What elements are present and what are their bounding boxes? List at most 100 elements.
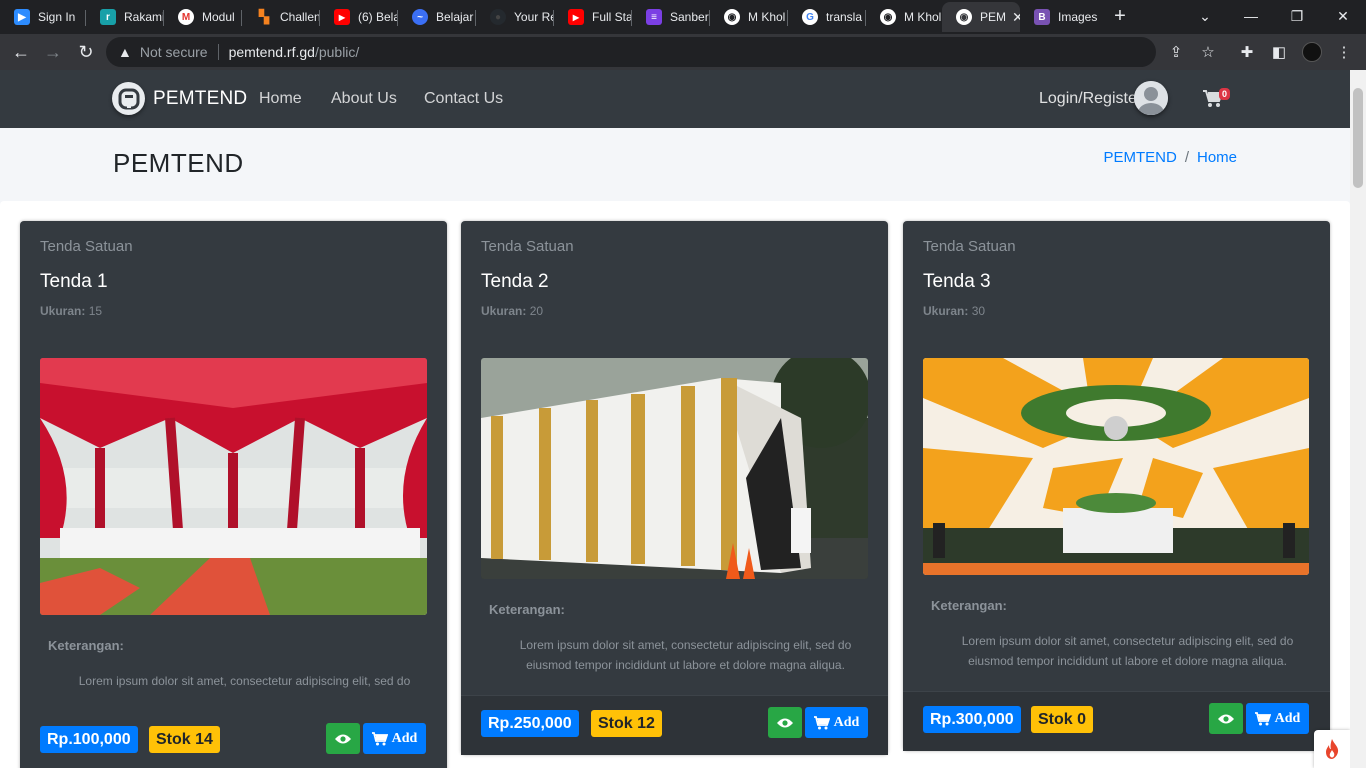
breadcrumb-item[interactable]: Home — [1197, 149, 1237, 166]
page-title: PEMTEND — [113, 148, 244, 178]
globe-icon: ◉ — [880, 9, 896, 25]
menu-kebab-icon[interactable]: ⋮ — [1334, 42, 1354, 62]
breadcrumb: PEMTEND / Home — [1103, 149, 1237, 166]
tab-title: M Khol — [748, 10, 786, 24]
eye-icon — [777, 718, 793, 727]
card-footer: Rp.300,000 Stok 0 Add — [903, 691, 1330, 751]
share-icon[interactable]: ⇪ — [1166, 42, 1186, 62]
nav-about-link[interactable]: About Us — [331, 90, 397, 108]
size-label: Ukuran: — [481, 304, 527, 318]
browser-tab[interactable]: ▚ Challenge — [242, 2, 320, 32]
url-host: pemtend.rf.gd — [228, 44, 315, 60]
product-description: Lorem ipsum dolor sit amet, consectetur … — [78, 674, 411, 688]
sanber-icon: ≡ — [646, 9, 662, 25]
product-description: Lorem ipsum dolor sit amet, consectetur … — [519, 638, 852, 672]
product-name: Tenda 1 — [40, 271, 108, 292]
browser-tab[interactable]: G transla — [788, 2, 866, 32]
product-name: Tenda 3 — [923, 271, 991, 292]
product-card: Tenda Satuan Tenda 2 Ukuran: 20 Keterang… — [461, 221, 888, 755]
side-panel-icon[interactable]: ◧ — [1269, 42, 1289, 62]
view-button[interactable] — [326, 723, 360, 754]
page-scrollbar[interactable] — [1350, 70, 1366, 768]
address-bar[interactable]: ▲ Not secure pemtend.rf.gd/public/ — [106, 37, 1156, 67]
tab-title: Rakamin — [124, 10, 164, 24]
tab-title: PEM — [980, 10, 1007, 24]
minimize-button[interactable]: — — [1228, 0, 1274, 32]
nav-home-link[interactable]: Home — [259, 90, 302, 108]
tab-title: (6) Belajar — [358, 10, 398, 24]
browser-tab[interactable]: ≡ Sanber — [632, 2, 710, 32]
youtube-icon: ▶ — [334, 9, 350, 25]
price-badge: Rp.300,000 — [923, 706, 1021, 733]
add-to-cart-button[interactable]: Add — [363, 723, 426, 754]
product-image — [40, 358, 427, 615]
add-label: Add — [391, 730, 418, 746]
add-to-cart-button[interactable]: Add — [805, 707, 868, 738]
add-label: Add — [833, 714, 860, 730]
tab-title: Challenge — [280, 10, 320, 24]
extensions-icon[interactable]: ✚ — [1237, 42, 1257, 62]
description-label: Keterangan: — [48, 638, 124, 653]
tab-title: Full Sta — [592, 10, 632, 24]
reload-icon[interactable]: ↻ — [73, 39, 99, 65]
browser-tab[interactable]: ◉ M Khol — [866, 2, 942, 32]
breadcrumb-item[interactable]: PEMTEND — [1103, 149, 1176, 166]
flame-icon[interactable] — [1314, 730, 1350, 768]
browser-tab[interactable]: M Modul — [164, 2, 242, 32]
browser-tab[interactable]: r Rakamin — [86, 2, 164, 32]
view-button[interactable] — [768, 707, 802, 738]
brand[interactable]: PEMTEND — [112, 82, 247, 115]
browser-tab-active[interactable]: ◉ PEM ✕ — [942, 2, 1020, 32]
view-button[interactable] — [1209, 703, 1243, 734]
price-badge: Rp.100,000 — [40, 726, 138, 753]
stock-badge: Stok 0 — [1031, 706, 1094, 733]
bootstrap-icon: B — [1034, 9, 1050, 25]
new-tab-button[interactable]: + — [1108, 5, 1132, 29]
youtube-icon: ▶ — [568, 9, 584, 25]
user-avatar[interactable] — [1134, 81, 1168, 115]
product-name: Tenda 2 — [481, 271, 549, 292]
eye-icon — [1218, 714, 1234, 723]
product-card: Tenda Satuan Tenda 3 Ukuran: 30 Keterang… — [903, 221, 1330, 751]
browser-tab[interactable]: ◉ M Khol — [710, 2, 788, 32]
close-tab-icon[interactable]: ✕ — [1012, 9, 1020, 26]
content-header: PEMTEND PEMTEND / Home — [0, 128, 1350, 200]
product-size: Ukuran: 30 — [923, 304, 985, 318]
tab-title: Sign In — [38, 10, 76, 24]
back-icon[interactable]: ← — [8, 39, 34, 65]
profile-avatar[interactable] — [1302, 42, 1322, 62]
product-image — [923, 358, 1309, 575]
product-category: Tenda Satuan — [40, 238, 133, 255]
browser-tab[interactable]: ~ Belajar — [398, 2, 476, 32]
globe-icon: ◉ — [724, 9, 740, 25]
browser-tab[interactable]: ● Your Re — [476, 2, 554, 32]
tab-title: transla — [826, 10, 863, 24]
nav-contact-link[interactable]: Contact Us — [424, 90, 503, 108]
close-window-button[interactable]: ✕ — [1320, 0, 1366, 32]
web-page: PEMTEND Home About Us Contact Us Login/R… — [0, 70, 1350, 768]
scrollbar-thumb[interactable] — [1353, 88, 1363, 188]
browser-tab[interactable]: ▶ Full Sta — [554, 2, 632, 32]
tab-title: Belajar — [436, 10, 474, 24]
size-label: Ukuran: — [40, 304, 86, 318]
tab-search-icon[interactable]: ⌄ — [1182, 0, 1228, 32]
product-size: Ukuran: 15 — [40, 304, 102, 318]
rakamin-icon: r — [100, 9, 116, 25]
add-to-cart-button[interactable]: Add — [1246, 703, 1309, 734]
brand-name: PEMTEND — [153, 87, 248, 109]
url-path: /public/ — [314, 44, 360, 60]
browser-tab[interactable]: ▶ Sign In — [0, 2, 86, 32]
tab-title: Sanber — [670, 10, 709, 24]
browser-tab[interactable]: ▶ (6) Belajar — [320, 2, 398, 32]
bookmark-star-icon[interactable]: ☆ — [1198, 42, 1218, 62]
browser-tab[interactable]: B Images — [1020, 2, 1098, 32]
price-badge: Rp.250,000 — [481, 710, 579, 737]
github-icon: ● — [490, 9, 506, 25]
product-description: Lorem ipsum dolor sit amet, consectetur … — [961, 634, 1294, 668]
zoom-icon: ▶ — [14, 9, 30, 25]
login-register-link[interactable]: Login/Register — [1039, 90, 1142, 108]
forward-icon[interactable]: → — [40, 39, 66, 65]
restore-button[interactable]: ❐ — [1274, 0, 1320, 32]
add-label: Add — [1274, 710, 1301, 726]
warning-icon: ▲ — [118, 44, 132, 60]
